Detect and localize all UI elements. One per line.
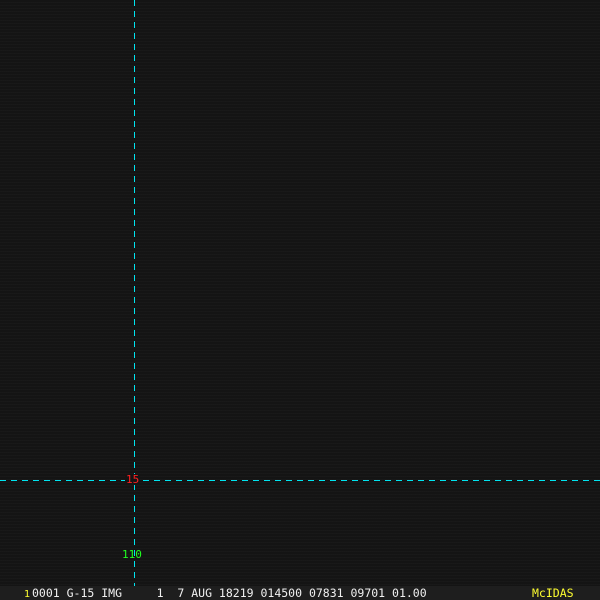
image-info: 0001 G-15 IMG 1 7 AUG 18219 014500 07831… bbox=[32, 586, 427, 600]
mcidas-brand: McIDAS bbox=[532, 586, 574, 600]
status-bar: 1 0001 G-15 IMG 1 7 AUG 18219 014500 078… bbox=[0, 586, 600, 600]
satellite-image-display[interactable]: 15 110 1 0001 G-15 IMG 1 7 AUG 18219 014… bbox=[0, 0, 600, 600]
longitude-line bbox=[134, 0, 135, 586]
longitude-label: 110 bbox=[122, 548, 142, 561]
latitude-label: 15 bbox=[125, 473, 141, 486]
latitude-line bbox=[0, 480, 600, 481]
frame-number: 1 bbox=[24, 589, 31, 600]
